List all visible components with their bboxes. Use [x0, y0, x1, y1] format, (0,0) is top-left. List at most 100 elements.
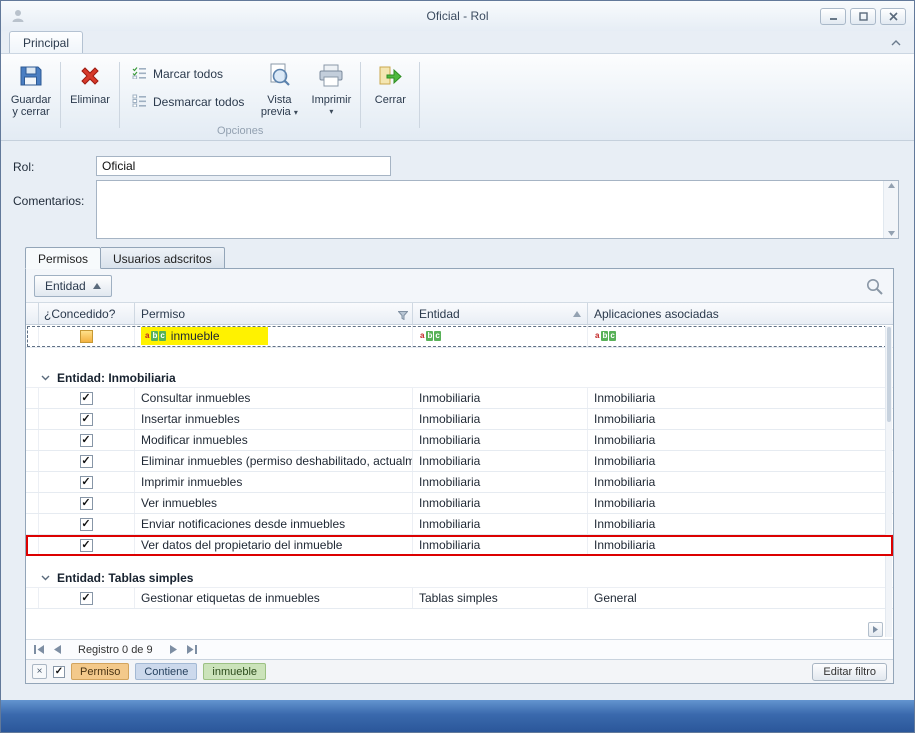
filter-concedido-cell[interactable] — [38, 325, 135, 347]
desmarcar-todos-button[interactable]: Desmarcar todos — [129, 92, 247, 112]
permiso-cell[interactable]: Imprimir inmuebles — [135, 472, 413, 492]
permiso-cell[interactable]: Ver inmuebles — [135, 493, 413, 513]
filter-entidad-cell[interactable]: abc — [413, 325, 588, 347]
table-row[interactable]: Enviar notificaciones desde inmuebles In… — [26, 514, 893, 535]
concedido-cell[interactable] — [38, 493, 135, 513]
auto-filter-row[interactable]: abc inmueble abc abc — [26, 325, 893, 348]
checkbox-checked[interactable] — [80, 434, 93, 447]
table-row[interactable]: Imprimir inmuebles Inmobiliaria Inmobili… — [26, 472, 893, 493]
tab-usuarios-adscritos[interactable]: Usuarios adscritos — [101, 247, 225, 269]
search-icon[interactable] — [866, 278, 883, 298]
concedido-cell[interactable] — [38, 430, 135, 450]
concedido-cell[interactable] — [38, 514, 135, 534]
aplicaciones-cell[interactable]: Inmobiliaria — [588, 472, 893, 492]
filter-checkbox[interactable] — [80, 330, 93, 343]
permiso-cell[interactable]: Eliminar inmuebles (permiso deshabilitad… — [135, 451, 413, 471]
minimize-button[interactable] — [820, 8, 846, 25]
tab-permisos[interactable]: Permisos — [25, 247, 101, 269]
aplicaciones-cell[interactable]: Inmobiliaria — [588, 535, 893, 555]
vertical-scrollbar[interactable] — [885, 326, 892, 637]
comentarios-field[interactable] — [96, 180, 899, 239]
next-record-button[interactable] — [170, 645, 178, 654]
previous-record-button[interactable] — [53, 645, 61, 654]
remove-filter-button[interactable]: × — [32, 664, 47, 679]
permiso-cell[interactable]: Ver datos del propietario del inmueble — [135, 535, 413, 555]
last-record-button[interactable] — [187, 645, 197, 654]
imprimir-button[interactable]: Imprimir▾ — [305, 56, 357, 124]
table-row[interactable]: Consultar inmuebles Inmobiliaria Inmobil… — [26, 388, 893, 409]
scroll-right-button[interactable] — [868, 622, 883, 637]
concedido-cell[interactable] — [38, 451, 135, 471]
permiso-cell[interactable]: Gestionar etiquetas de inmuebles — [135, 588, 413, 608]
entidad-cell[interactable]: Inmobiliaria — [413, 409, 588, 429]
concedido-cell[interactable] — [38, 388, 135, 408]
checkbox-checked[interactable] — [80, 413, 93, 426]
checkbox-checked[interactable] — [80, 497, 93, 510]
entidad-cell[interactable]: Inmobiliaria — [413, 451, 588, 471]
entidad-cell[interactable]: Inmobiliaria — [413, 388, 588, 408]
checkbox-checked[interactable] — [80, 476, 93, 489]
close-button[interactable] — [880, 8, 906, 25]
permiso-cell[interactable]: Insertar inmuebles — [135, 409, 413, 429]
maximize-button[interactable] — [850, 8, 876, 25]
aplicaciones-cell[interactable]: General — [588, 588, 893, 608]
filter-operator-chip[interactable]: Contiene — [135, 663, 197, 680]
filter-enabled-checkbox[interactable] — [53, 666, 65, 678]
cerrar-button[interactable]: Cerrar — [364, 56, 416, 138]
entidad-cell[interactable]: Inmobiliaria — [413, 535, 588, 555]
group-row-tablas-simples[interactable]: Entidad: Tablas simples — [26, 568, 893, 588]
eliminar-button[interactable]: Eliminar — [64, 56, 116, 138]
checkbox-checked[interactable] — [80, 539, 93, 552]
table-row[interactable]: Ver inmuebles Inmobiliaria Inmobiliaria — [26, 493, 893, 514]
aplicaciones-cell[interactable]: Inmobiliaria — [588, 514, 893, 534]
entidad-cell[interactable]: Inmobiliaria — [413, 514, 588, 534]
checkbox-checked[interactable] — [80, 455, 93, 468]
entidad-cell[interactable]: Tablas simples — [413, 588, 588, 608]
concedido-cell[interactable] — [38, 409, 135, 429]
group-by-chip-entidad[interactable]: Entidad — [34, 275, 112, 297]
aplicaciones-cell[interactable]: Inmobiliaria — [588, 409, 893, 429]
concedido-cell[interactable] — [38, 535, 135, 555]
column-header-entidad[interactable]: Entidad — [413, 303, 588, 324]
entidad-cell[interactable]: Inmobiliaria — [413, 430, 588, 450]
table-row[interactable]: Eliminar inmuebles (permiso deshabilitad… — [26, 451, 893, 472]
concedido-cell[interactable] — [38, 588, 135, 608]
edit-filter-button[interactable]: Editar filtro — [812, 663, 887, 681]
table-row[interactable]: Gestionar etiquetas de inmuebles Tablas … — [26, 588, 893, 609]
table-row[interactable]: Modificar inmuebles Inmobiliaria Inmobil… — [26, 430, 893, 451]
aplicaciones-cell[interactable]: Inmobiliaria — [588, 493, 893, 513]
checkbox-checked[interactable] — [80, 592, 93, 605]
permiso-cell[interactable]: Modificar inmuebles — [135, 430, 413, 450]
marcar-todos-button[interactable]: Marcar todos — [129, 64, 247, 84]
table-row[interactable]: Insertar inmuebles Inmobiliaria Inmobili… — [26, 409, 893, 430]
first-record-button[interactable] — [34, 645, 44, 654]
concedido-cell[interactable] — [38, 472, 135, 492]
entidad-cell[interactable]: Inmobiliaria — [413, 472, 588, 492]
ribbon: Guardar y cerrar Eliminar Marcar todos — [1, 53, 914, 141]
entidad-cell[interactable]: Inmobiliaria — [413, 493, 588, 513]
permiso-cell[interactable]: Enviar notificaciones desde inmuebles — [135, 514, 413, 534]
vista-previa-button[interactable]: Vista previa ▾ — [253, 56, 305, 124]
scrollbar-thumb[interactable] — [887, 327, 891, 422]
table-row-highlighted[interactable]: Ver datos del propietario del inmueble I… — [26, 535, 893, 556]
permiso-cell[interactable]: Consultar inmuebles — [135, 388, 413, 408]
filter-funnel-icon[interactable] — [398, 309, 408, 323]
checkbox-checked[interactable] — [80, 518, 93, 531]
column-header-aplicaciones[interactable]: Aplicaciones asociadas — [588, 303, 893, 324]
filter-aplicaciones-cell[interactable]: abc — [588, 325, 893, 347]
checkbox-checked[interactable] — [80, 392, 93, 405]
aplicaciones-cell[interactable]: Inmobiliaria — [588, 430, 893, 450]
column-header-concedido[interactable]: ¿Concedido? — [38, 303, 135, 324]
column-header-permiso[interactable]: Permiso — [135, 303, 413, 324]
filter-field-chip[interactable]: Permiso — [71, 663, 129, 680]
comentarios-scrollbar[interactable] — [883, 181, 898, 238]
group-row-inmobiliaria[interactable]: Entidad: Inmobiliaria — [26, 368, 893, 388]
rol-input[interactable] — [96, 156, 391, 176]
ribbon-collapse-button[interactable] — [886, 35, 906, 51]
tab-principal[interactable]: Principal — [9, 31, 83, 53]
aplicaciones-cell[interactable]: Inmobiliaria — [588, 388, 893, 408]
filter-permiso-cell[interactable]: abc inmueble — [135, 325, 413, 347]
filter-value-chip[interactable]: inmueble — [203, 663, 266, 680]
save-close-button[interactable]: Guardar y cerrar — [5, 56, 57, 138]
aplicaciones-cell[interactable]: Inmobiliaria — [588, 451, 893, 471]
